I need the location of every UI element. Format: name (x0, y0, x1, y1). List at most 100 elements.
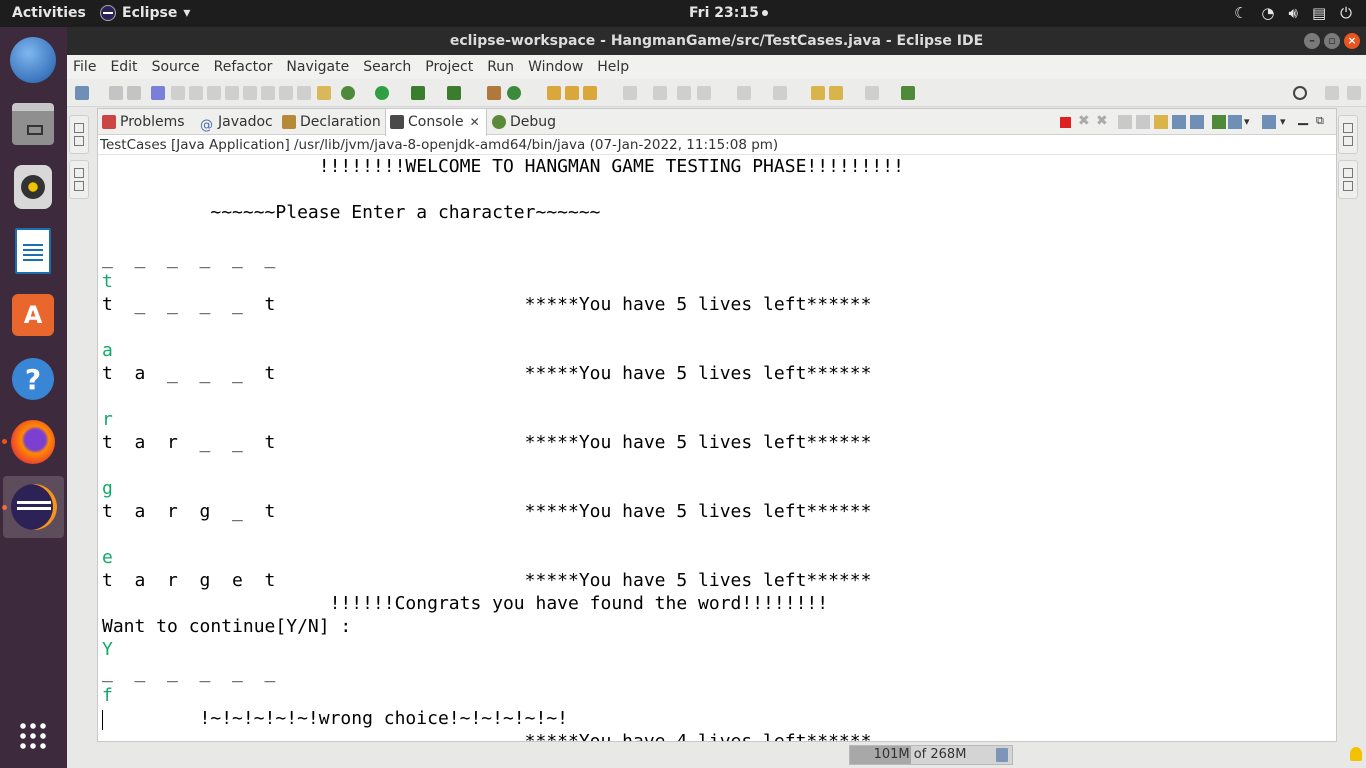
debug-icon[interactable] (341, 86, 355, 100)
forward-icon[interactable] (865, 86, 879, 100)
java-perspective-icon[interactable] (1347, 86, 1361, 100)
pin-console-icon[interactable] (1212, 115, 1226, 129)
word-wrap-icon[interactable] (1154, 115, 1168, 129)
lightbulb-icon[interactable] (1350, 747, 1362, 761)
open-type-icon[interactable] (547, 86, 561, 100)
console-output[interactable]: !!!!!!!!WELCOME TO HANGMAN GAME TESTING … (98, 156, 1336, 741)
new-class-icon[interactable] (507, 86, 521, 100)
external-tools-icon[interactable] (447, 86, 461, 100)
menu-refactor[interactable]: Refactor (214, 59, 273, 75)
right-trim-group-1 (1338, 115, 1358, 154)
scroll-lock-icon[interactable] (1136, 115, 1150, 129)
open-task-icon[interactable] (565, 86, 579, 100)
last-edit-location-icon[interactable] (773, 86, 787, 100)
package-explorer-icon[interactable] (74, 136, 84, 146)
resume-icon[interactable] (171, 86, 185, 100)
search-icon[interactable] (1293, 86, 1307, 100)
close-tab-icon[interactable]: ✕ (470, 115, 480, 129)
window-titlebar[interactable]: eclipse-workspace - HangmanGame/src/Test… (67, 27, 1366, 55)
show-on-stdout-icon[interactable] (1172, 115, 1186, 129)
tab-debug[interactable]: Debug (488, 109, 556, 135)
open-console-icon[interactable] (1262, 115, 1276, 129)
save-icon[interactable] (109, 86, 123, 100)
show-whitespace-icon[interactable] (677, 86, 691, 100)
dock-writer[interactable] (8, 226, 58, 276)
chevron-down-icon[interactable]: ▾ (1280, 115, 1294, 129)
heap-status[interactable]: 101M of 268M (849, 745, 1013, 765)
dock-firefox[interactable] (8, 417, 58, 467)
system-tray[interactable]: ☾ ◔ 🔊︎ ▤ ⏻ (1234, 4, 1352, 22)
remove-all-launches-icon[interactable]: ✖ (1096, 113, 1110, 129)
app-menu[interactable]: Eclipse ▾ (100, 5, 190, 21)
back-icon[interactable] (811, 86, 825, 100)
menu-search[interactable]: Search (363, 59, 411, 75)
new-java-project-icon[interactable] (487, 86, 501, 100)
drop-to-frame-icon[interactable] (297, 86, 311, 100)
dock-files[interactable] (8, 99, 58, 149)
show-on-stderr-icon[interactable] (1190, 115, 1204, 129)
restore-icon[interactable] (1343, 168, 1353, 178)
pin-editor-icon[interactable] (901, 86, 915, 100)
clear-console-icon[interactable] (1118, 115, 1132, 129)
notification-dot-icon (761, 10, 768, 16)
step-into-icon[interactable] (243, 86, 257, 100)
problems-icon (102, 115, 116, 129)
minimize-view-icon[interactable]: ▁ (1298, 111, 1312, 126)
menu-source[interactable]: Source (152, 59, 200, 75)
dock-eclipse[interactable] (3, 476, 64, 538)
prev-annotation-icon[interactable] (737, 86, 751, 100)
skip-breakpoints-icon[interactable] (151, 86, 165, 100)
chevron-down-icon[interactable]: ▾ (1244, 115, 1258, 129)
menu-edit[interactable]: Edit (110, 59, 137, 75)
step-return-icon[interactable] (279, 86, 293, 100)
new-icon[interactable] (75, 86, 89, 100)
minimize-button[interactable]: – (1304, 33, 1320, 49)
use-step-filters-icon[interactable] (317, 86, 331, 100)
maximize-button[interactable]: ▫ (1324, 33, 1340, 49)
tab-javadoc[interactable]: @ Javadoc (196, 109, 273, 135)
open-perspective-icon[interactable] (1325, 86, 1339, 100)
restore-icon[interactable] (1343, 123, 1353, 133)
dock-help[interactable]: ? (8, 354, 58, 404)
step-over-icon[interactable] (261, 86, 275, 100)
maximize-view-icon[interactable]: ⧉ (1316, 114, 1330, 128)
close-button[interactable]: × (1344, 33, 1360, 49)
dock-software[interactable]: A (8, 290, 58, 340)
trash-icon[interactable] (996, 748, 1008, 762)
dock-rhythmbox[interactable] (8, 162, 58, 212)
menu-project[interactable]: Project (425, 59, 473, 75)
toggle-mark-occurrences-icon[interactable] (623, 86, 637, 100)
menu-window[interactable]: Window (528, 59, 583, 75)
next-annotation-icon[interactable] (697, 86, 711, 100)
activities-button[interactable]: Activities (12, 5, 86, 21)
outline-icon[interactable] (74, 181, 84, 191)
remove-launch-icon[interactable]: ✖ (1078, 113, 1092, 129)
clock[interactable]: Fri 23:15 (689, 5, 768, 21)
search-toolbar-icon[interactable] (583, 86, 597, 100)
window-title: eclipse-workspace - HangmanGame/src/Test… (449, 33, 984, 49)
show-applications-button[interactable] (8, 711, 58, 761)
menu-help[interactable]: Help (597, 59, 629, 75)
terminate-icon[interactable] (1060, 117, 1071, 128)
display-selected-console-icon[interactable] (1228, 115, 1242, 129)
menu-run[interactable]: Run (487, 59, 514, 75)
back-history-icon[interactable] (829, 86, 843, 100)
task-list-icon[interactable] (1343, 136, 1353, 146)
restore-icon[interactable] (74, 168, 84, 178)
tab-problems[interactable]: Problems (98, 109, 185, 135)
suspend-icon[interactable] (189, 86, 203, 100)
console-input-line: Y (102, 639, 113, 660)
save-all-icon[interactable] (127, 86, 141, 100)
coverage-icon[interactable] (411, 86, 425, 100)
tab-declaration[interactable]: Declaration (278, 109, 381, 135)
menu-file[interactable]: File (73, 59, 96, 75)
disconnect-icon[interactable] (225, 86, 239, 100)
dock-thunderbird[interactable] (8, 35, 58, 85)
restore-icon[interactable] (74, 123, 84, 133)
toggle-block-selection-icon[interactable] (653, 86, 667, 100)
outline-view-icon[interactable] (1343, 181, 1353, 191)
menu-navigate[interactable]: Navigate (286, 59, 349, 75)
terminate-icon[interactable] (207, 86, 221, 100)
tab-console[interactable]: Console ✕ (385, 109, 487, 136)
run-icon[interactable] (375, 86, 389, 100)
